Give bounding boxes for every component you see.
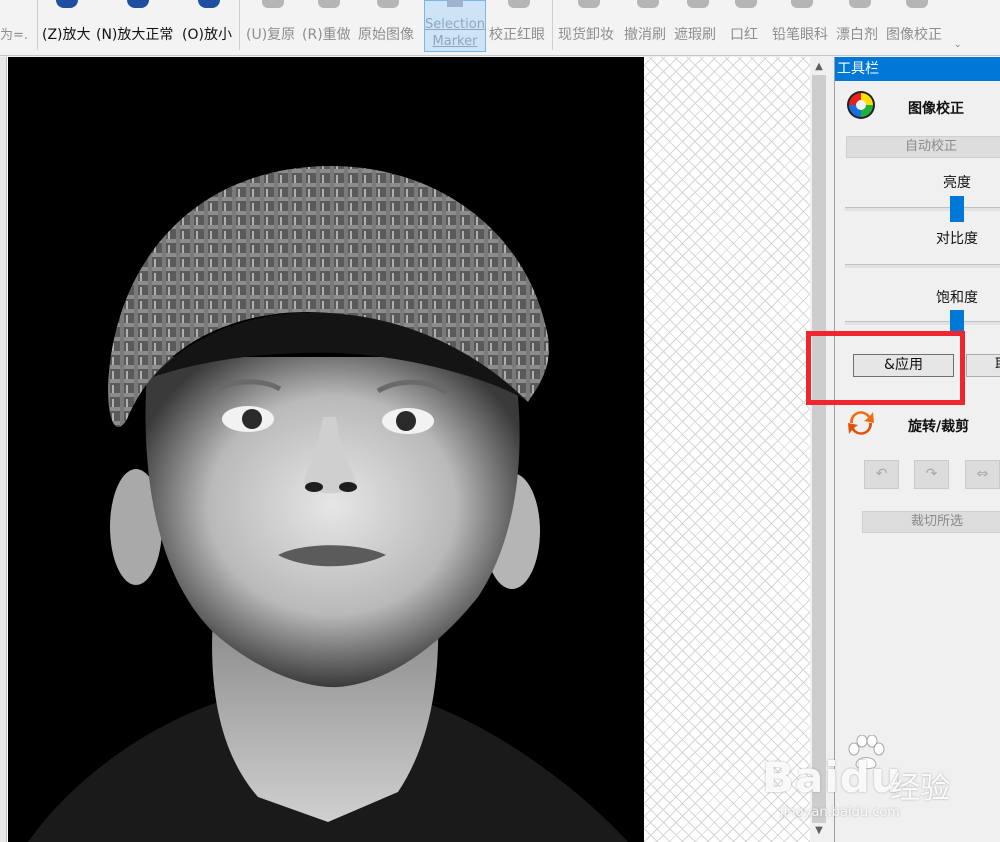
- tool-panel: 工具栏 图像校正 自动校正 亮度 对比度 饱和度 &应用 取: [834, 57, 1000, 842]
- whitener-label: 漂白剂: [836, 27, 878, 43]
- scrollbar-thumb[interactable]: [812, 75, 826, 823]
- zoom-out-button[interactable]: (O)放小: [182, 0, 236, 56]
- canvas-left-edge: [0, 57, 7, 842]
- undo-button[interactable]: (U)复原: [246, 0, 300, 56]
- rotate-right-button[interactable]: ↷: [914, 460, 949, 489]
- red-eye-icon: [508, 0, 530, 8]
- redo-icon: [318, 0, 340, 8]
- scroll-up-icon[interactable]: ▲: [810, 59, 828, 75]
- auto-correct-label: 自动校正: [904, 139, 957, 154]
- flip-horizontal-button[interactable]: ⇔: [965, 460, 1000, 489]
- red-highlight-box: [806, 331, 965, 405]
- redo-label: (R)重做: [302, 27, 351, 43]
- zoom-out-label: (O)放小: [182, 27, 232, 43]
- rotate-crop-section-title: 旋转/裁剪: [908, 419, 970, 435]
- image-correct-icon: [906, 0, 928, 8]
- transparent-background: [644, 57, 810, 842]
- rotate-left-button[interactable]: ↶: [864, 460, 899, 489]
- original-image-label: 原始图像: [358, 27, 414, 43]
- app-window: 为=. (Z)放大 (N)放大正常 (O)放小 (U)复原 (R)重做 原始图像: [0, 0, 1000, 842]
- color-wheel-icon: [847, 91, 875, 119]
- toolbar-separator: [552, 0, 553, 50]
- portrait-photo[interactable]: [8, 57, 644, 842]
- brightness-slider-thumb[interactable]: [950, 196, 964, 222]
- makeup-remove-icon: [578, 0, 600, 8]
- watermark-url: jingyan.baidu.com: [780, 805, 900, 820]
- saturation-slider-track[interactable]: [845, 321, 1000, 325]
- watermark-brand: Baidu: [762, 753, 902, 802]
- zoom-in-button[interactable]: (Z)放大: [40, 0, 94, 56]
- toolbar-more-chevron-icon[interactable]: ⌄: [954, 40, 962, 50]
- erase-brush-label: 撤消刷: [624, 27, 666, 43]
- eyeliner-label: 铅笔眼科: [772, 27, 828, 43]
- scroll-down-icon[interactable]: ▼: [810, 823, 828, 839]
- makeup-remove-label: 现货卸妆: [558, 27, 614, 43]
- toolbar-separator: [239, 0, 240, 50]
- portrait-illustration: [8, 57, 644, 842]
- image-canvas-area: ▲ ▼: [0, 57, 828, 842]
- whitener-button[interactable]: 漂白剂: [836, 0, 884, 56]
- vertical-scrollbar[interactable]: ▲ ▼: [810, 57, 828, 842]
- rotate-icon: [848, 411, 874, 435]
- image-correct-button[interactable]: 图像校正: [886, 0, 948, 56]
- original-image-button[interactable]: 原始图像: [358, 0, 418, 56]
- selection-marker-icon: [447, 0, 463, 7]
- blemish-brush-label: 遮瑕刷: [674, 27, 716, 43]
- brightness-label: 亮度: [943, 175, 971, 191]
- red-eye-button[interactable]: 校正红眼: [489, 0, 549, 56]
- toolbar: 为=. (Z)放大 (N)放大正常 (O)放小 (U)复原 (R)重做 原始图像: [0, 0, 1000, 56]
- lipstick-button[interactable]: 口红: [730, 0, 762, 56]
- blemish-brush-button[interactable]: 遮瑕刷: [674, 0, 722, 56]
- lipstick-label: 口红: [730, 27, 758, 43]
- zoom-normal-label: (N)放大正常: [96, 27, 174, 43]
- cancel-button[interactable]: 取: [966, 354, 1000, 377]
- tool-panel-header: 工具栏: [835, 57, 1000, 81]
- saturation-label: 饱和度: [936, 290, 978, 306]
- undo-icon: [262, 0, 284, 8]
- contrast-slider-track[interactable]: [845, 264, 1000, 268]
- lipstick-icon: [735, 0, 757, 8]
- toolbar-separator: [37, 0, 38, 50]
- zoom-out-icon: [198, 0, 220, 8]
- zoom-in-icon: [56, 0, 78, 8]
- crop-selection-button[interactable]: 裁切所选: [862, 511, 1000, 533]
- contrast-label: 对比度: [936, 231, 978, 247]
- makeup-remove-button[interactable]: 现货卸妆: [558, 0, 620, 56]
- whitener-icon: [849, 0, 871, 8]
- rotate-right-icon: ↷: [925, 466, 938, 482]
- watermark-brand-cn: 经验: [890, 771, 950, 806]
- selection-marker-label-line2: Marker: [432, 34, 478, 49]
- blemish-brush-icon: [687, 0, 709, 8]
- toolbar-cut-item[interactable]: 为=.: [0, 0, 36, 56]
- toolbar-cut-label: 为=.: [0, 28, 29, 43]
- selection-marker-label-line1: Selection: [425, 17, 485, 32]
- cancel-label: 取: [995, 357, 1000, 373]
- erase-brush-button[interactable]: 撤消刷: [624, 0, 672, 56]
- undo-label: (U)复原: [246, 27, 296, 43]
- image-correct-label: 图像校正: [886, 27, 942, 43]
- brightness-slider-track[interactable]: [845, 207, 1000, 211]
- zoom-normal-button[interactable]: (N)放大正常: [96, 0, 180, 56]
- auto-correct-button[interactable]: 自动校正: [846, 136, 1000, 158]
- zoom-normal-icon: [127, 0, 149, 8]
- erase-brush-icon: [637, 0, 659, 8]
- zoom-in-label: (Z)放大: [42, 27, 91, 43]
- red-eye-label: 校正红眼: [489, 27, 545, 43]
- original-image-icon: [377, 0, 399, 8]
- baidu-watermark: Baidu 经验 jingyan.baidu.com: [762, 735, 992, 825]
- eyeliner-button[interactable]: 铅笔眼科: [772, 0, 832, 56]
- flip-horizontal-icon: ⇔: [976, 466, 989, 482]
- crop-selection-label: 裁切所选: [910, 514, 963, 529]
- image-correct-section-title: 图像校正: [908, 101, 964, 117]
- eyeliner-icon: [791, 0, 813, 8]
- selection-marker-button[interactable]: Selection Marker: [424, 0, 486, 52]
- redo-button[interactable]: (R)重做: [302, 0, 356, 56]
- rotate-left-icon: ↶: [875, 466, 888, 482]
